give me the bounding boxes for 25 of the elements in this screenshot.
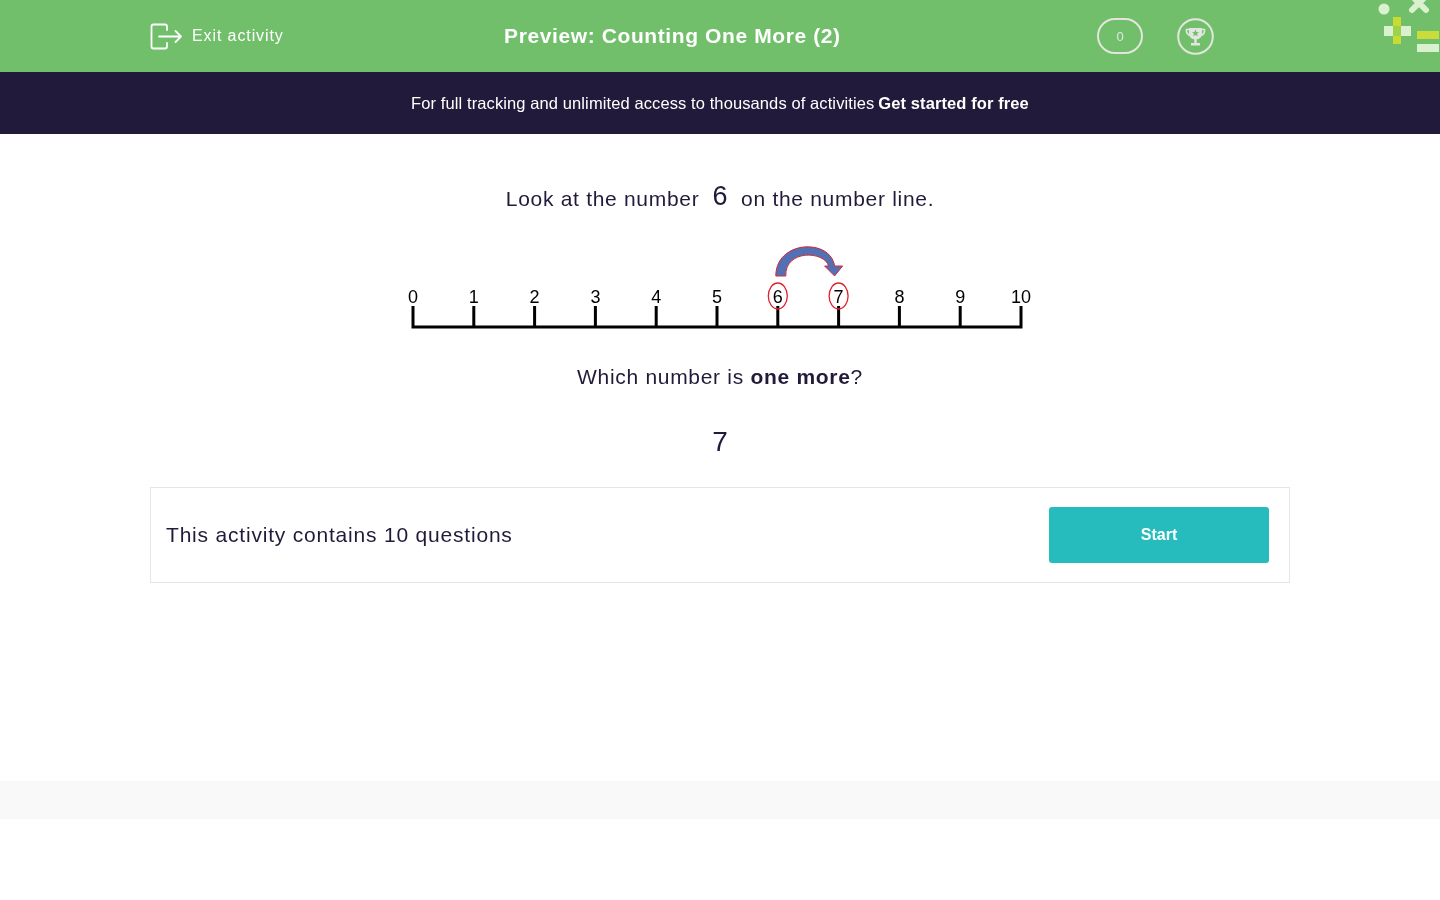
tick-label: 8: [894, 286, 905, 307]
tick-label: 2: [529, 286, 540, 307]
trophy-icon[interactable]: [1177, 17, 1214, 55]
question-text: Which number is one more?: [577, 364, 863, 390]
tick-label: 3: [590, 286, 601, 307]
tick-label: 1: [468, 286, 479, 307]
tick-label: 6: [772, 286, 783, 307]
curved-arrow: [775, 246, 844, 277]
start-button[interactable]: Start: [1049, 507, 1269, 563]
answer-text: 7: [712, 425, 728, 459]
banner-text: For full tracking and unlimited access to thousands of activities: [411, 93, 875, 112]
math-symbols-icon: [1378, 0, 1440, 52]
tick-label: 10: [1011, 286, 1031, 307]
score-counter: 0: [1097, 18, 1143, 54]
question-text: Look at the number 6 on the number line.: [505, 182, 935, 213]
question-count-text: This activity contains 10 questions: [166, 523, 513, 547]
tick-label: 5: [712, 286, 722, 307]
tick-label: 7: [833, 286, 844, 307]
exit-icon: [150, 22, 183, 50]
get-started-link[interactable]: Get started for free: [878, 93, 1029, 112]
tick-label: 9: [955, 286, 966, 307]
tick-label: 4: [651, 286, 662, 307]
tick-label: 0: [408, 286, 418, 307]
activity-title: Preview: Counting One More (2): [503, 24, 842, 48]
exit-button[interactable]: Exit activity: [150, 22, 284, 50]
